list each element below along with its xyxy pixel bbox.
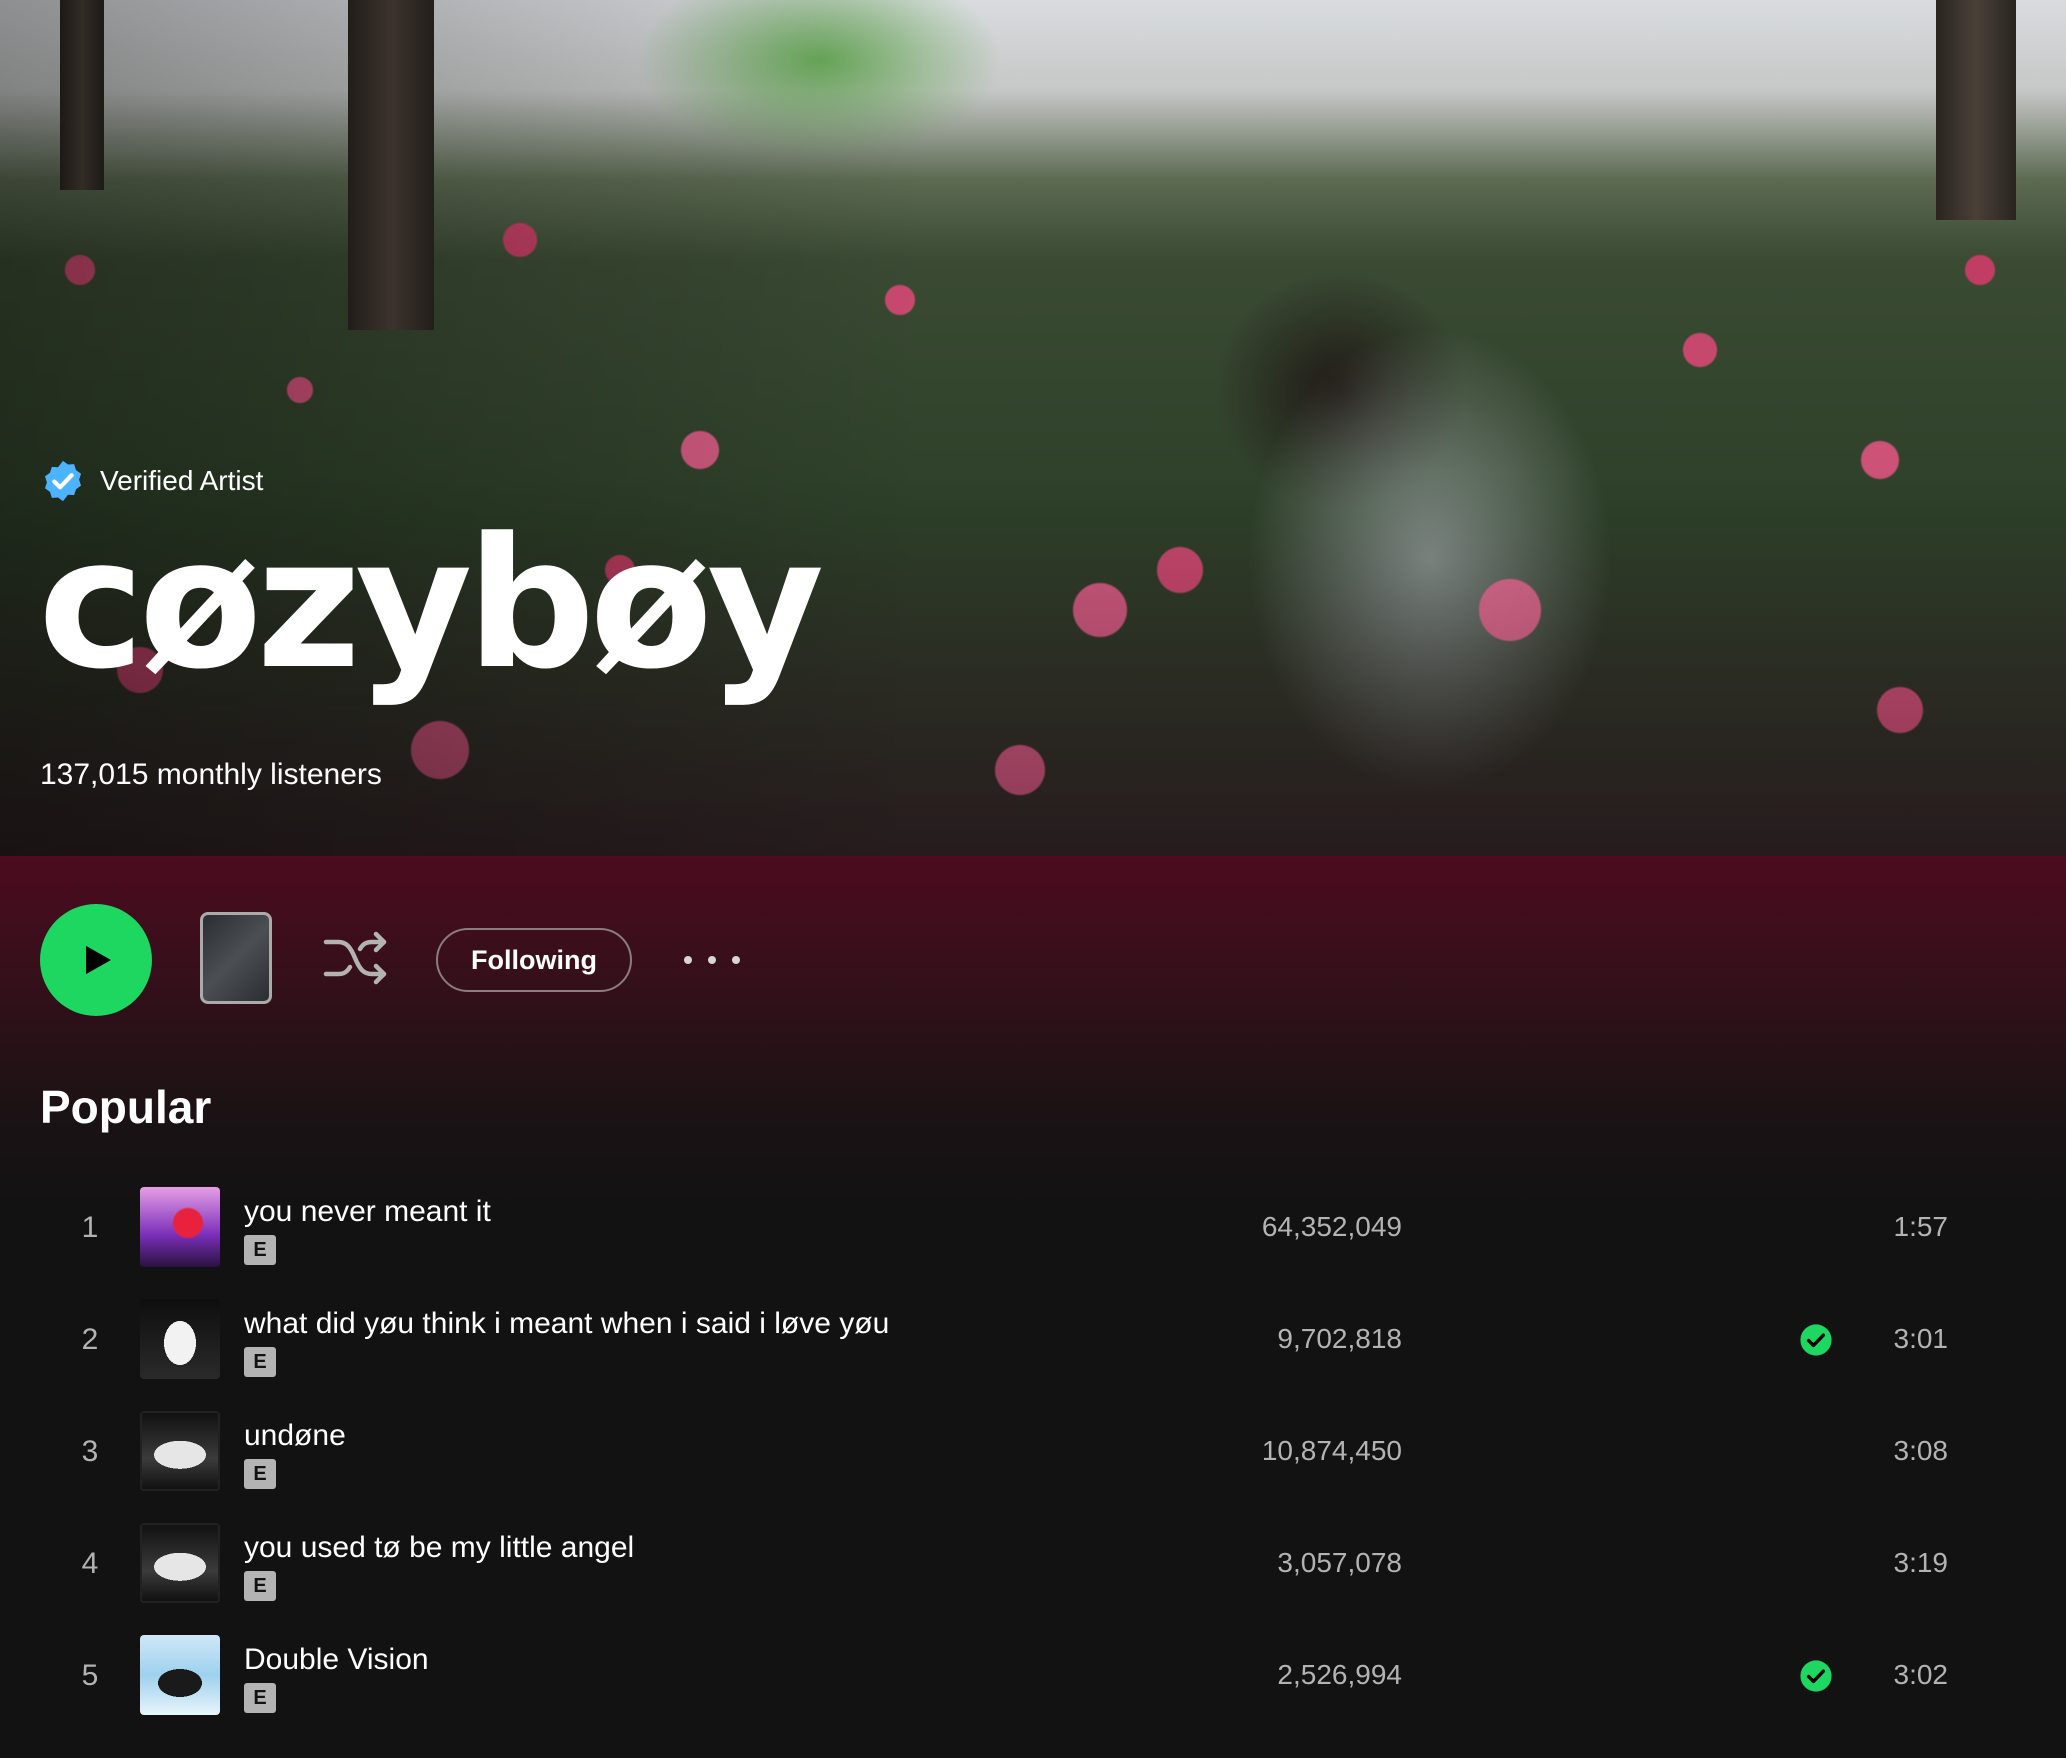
- more-options-button[interactable]: [684, 944, 740, 976]
- explicit-badge: E: [244, 1459, 276, 1489]
- track-row[interactable]: 3 undøne E 10,874,450 3:08: [0, 1399, 2066, 1511]
- track-title[interactable]: you never meant it: [244, 1195, 491, 1229]
- track-title[interactable]: what did yøu think i meant when i said i…: [244, 1307, 889, 1341]
- shuffle-icon: [323, 931, 387, 985]
- track-row[interactable]: 4 you used tø be my little angel E 3,057…: [0, 1511, 2066, 1623]
- explicit-badge: E: [244, 1235, 276, 1265]
- following-button[interactable]: Following: [436, 928, 632, 992]
- popular-heading: Popular: [40, 1081, 212, 1133]
- track-duration: 3:19: [1893, 1547, 1949, 1578]
- track-title[interactable]: you used tø be my little angel: [244, 1531, 634, 1565]
- monthly-listeners: 137,015 monthly listeners: [40, 758, 382, 791]
- verified-artist-label: Verified Artist: [100, 465, 264, 496]
- track-play-count: 10,874,450: [1261, 1435, 1402, 1466]
- verified-check-icon: [44, 460, 82, 502]
- artist-pick-thumbnail[interactable]: [200, 912, 272, 1004]
- track-duration: 1:57: [1893, 1211, 1949, 1242]
- explicit-badge: E: [244, 1571, 276, 1601]
- track-number: 2: [81, 1323, 99, 1356]
- track-cover-art: [140, 1299, 220, 1379]
- artist-name: cøzybøy: [38, 500, 824, 709]
- track-play-count: 2,526,994: [1277, 1659, 1402, 1690]
- track-row[interactable]: 5 Double Vision E 2,526,994 3:02: [0, 1623, 2066, 1735]
- track-number: 4: [81, 1547, 99, 1580]
- track-play-count: 3,057,078: [1277, 1547, 1402, 1578]
- shuffle-button[interactable]: [322, 928, 390, 988]
- track-number: 5: [81, 1659, 99, 1692]
- track-play-count: 9,702,818: [1277, 1323, 1402, 1354]
- track-cover-art: [140, 1187, 220, 1267]
- track-title[interactable]: Double Vision: [244, 1643, 429, 1677]
- track-cover-art: [140, 1411, 220, 1491]
- more-options-icon: [684, 956, 692, 964]
- verified-badge: Verified Artist: [40, 458, 263, 504]
- track-cover-art: [140, 1523, 220, 1603]
- track-duration: 3:01: [1893, 1323, 1949, 1354]
- track-duration: 3:08: [1893, 1435, 1949, 1466]
- track-number: 1: [81, 1211, 99, 1244]
- play-button[interactable]: [40, 904, 152, 1016]
- popular-tracks-list: 1 you never meant it E 64,352,049 1:57 2…: [0, 1175, 2066, 1735]
- track-duration: 3:02: [1893, 1659, 1949, 1690]
- track-title[interactable]: undøne: [244, 1419, 346, 1453]
- explicit-badge: E: [244, 1347, 276, 1377]
- track-row[interactable]: 2 what did yøu think i meant when i said…: [0, 1287, 2066, 1399]
- play-icon: [86, 945, 111, 975]
- explicit-badge: E: [244, 1683, 276, 1713]
- artist-hero-banner: Verified Artist cøzybøy 137,015 monthly …: [0, 0, 2066, 856]
- track-number: 3: [81, 1435, 99, 1468]
- track-row[interactable]: 1 you never meant it E 64,352,049 1:57: [0, 1175, 2066, 1287]
- track-play-count: 64,352,049: [1261, 1211, 1402, 1242]
- track-cover-art: [140, 1635, 220, 1715]
